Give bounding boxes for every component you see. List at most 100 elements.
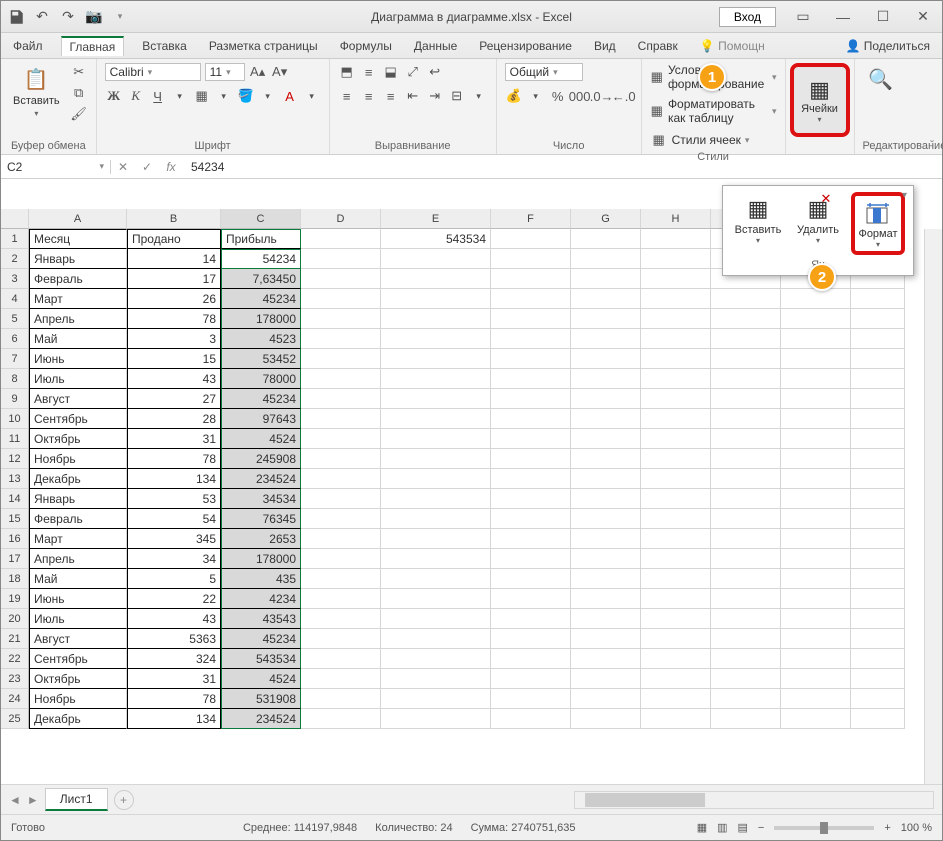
cell-C12[interactable]: 245908 [221, 449, 301, 469]
cells-format-button[interactable]: Формат ▾ [851, 192, 905, 255]
cell-J13[interactable] [781, 469, 851, 489]
cell-G2[interactable] [571, 249, 641, 269]
cell-A9[interactable]: Август [29, 389, 127, 409]
cell-I12[interactable] [711, 449, 781, 469]
cell-F7[interactable] [491, 349, 571, 369]
undo-icon[interactable]: ↶ [33, 8, 51, 26]
cell-B20[interactable]: 43 [127, 609, 221, 629]
row-header-10[interactable]: 10 [1, 409, 29, 429]
cell-J15[interactable] [781, 509, 851, 529]
qat-camera-icon[interactable]: 📷 [85, 8, 103, 26]
cell-D9[interactable] [301, 389, 381, 409]
cell-C17[interactable]: 178000 [221, 549, 301, 569]
cell-B6[interactable]: 3 [127, 329, 221, 349]
cell-E12[interactable] [381, 449, 491, 469]
cell-J25[interactable] [781, 709, 851, 729]
cell-A15[interactable]: Февраль [29, 509, 127, 529]
fontcolor-dd-icon[interactable]: ▾ [303, 87, 321, 105]
cell-C14[interactable]: 34534 [221, 489, 301, 509]
cell-F12[interactable] [491, 449, 571, 469]
row-header-6[interactable]: 6 [1, 329, 29, 349]
cell-H5[interactable] [641, 309, 711, 329]
cancel-formula-icon[interactable]: ✕ [111, 160, 135, 174]
cell-K25[interactable] [851, 709, 905, 729]
cell-H7[interactable] [641, 349, 711, 369]
cell-D14[interactable] [301, 489, 381, 509]
cell-B8[interactable]: 43 [127, 369, 221, 389]
cell-A8[interactable]: Июль [29, 369, 127, 389]
cell-G19[interactable] [571, 589, 641, 609]
cell-H1[interactable] [641, 229, 711, 249]
row-header-15[interactable]: 15 [1, 509, 29, 529]
cell-B25[interactable]: 134 [127, 709, 221, 729]
cell-A12[interactable]: Ноябрь [29, 449, 127, 469]
minimize-icon[interactable]: — [830, 9, 856, 25]
cell-I21[interactable] [711, 629, 781, 649]
cell-G14[interactable] [571, 489, 641, 509]
cell-K9[interactable] [851, 389, 905, 409]
name-box[interactable]: C2 ▾ [1, 160, 111, 174]
cell-C19[interactable]: 4234 [221, 589, 301, 609]
cell-F3[interactable] [491, 269, 571, 289]
cell-F5[interactable] [491, 309, 571, 329]
cell-G6[interactable] [571, 329, 641, 349]
cell-K13[interactable] [851, 469, 905, 489]
cell-D16[interactable] [301, 529, 381, 549]
cell-J22[interactable] [781, 649, 851, 669]
cell-G8[interactable] [571, 369, 641, 389]
cell-H19[interactable] [641, 589, 711, 609]
cell-I14[interactable] [711, 489, 781, 509]
format-painter-icon[interactable]: 🖌 [70, 105, 88, 123]
cell-D22[interactable] [301, 649, 381, 669]
cell-I22[interactable] [711, 649, 781, 669]
copy-icon[interactable]: ⧉ [70, 84, 88, 102]
conditional-formatting-icon[interactable]: ▦ [650, 68, 664, 86]
cell-F23[interactable] [491, 669, 571, 689]
decrease-indent-icon[interactable]: ⇤ [404, 87, 422, 105]
cell-E20[interactable] [381, 609, 491, 629]
row-header-14[interactable]: 14 [1, 489, 29, 509]
cell-E25[interactable] [381, 709, 491, 729]
cell-C13[interactable]: 234524 [221, 469, 301, 489]
cell-F25[interactable] [491, 709, 571, 729]
cell-C3[interactable]: 7,63450 [221, 269, 301, 289]
cell-D21[interactable] [301, 629, 381, 649]
row-header-4[interactable]: 4 [1, 289, 29, 309]
cell-D3[interactable] [301, 269, 381, 289]
cell-K15[interactable] [851, 509, 905, 529]
cell-K24[interactable] [851, 689, 905, 709]
cell-H17[interactable] [641, 549, 711, 569]
cell-D25[interactable] [301, 709, 381, 729]
cell-B17[interactable]: 34 [127, 549, 221, 569]
cell-H12[interactable] [641, 449, 711, 469]
cell-J17[interactable] [781, 549, 851, 569]
cell-K19[interactable] [851, 589, 905, 609]
view-pagebreak-icon[interactable]: ▤ [738, 821, 748, 834]
column-header-C[interactable]: C [221, 209, 301, 229]
cell-D8[interactable] [301, 369, 381, 389]
cell-B15[interactable]: 54 [127, 509, 221, 529]
cell-A7[interactable]: Июнь [29, 349, 127, 369]
cell-G17[interactable] [571, 549, 641, 569]
cell-F22[interactable] [491, 649, 571, 669]
cell-F9[interactable] [491, 389, 571, 409]
cell-E6[interactable] [381, 329, 491, 349]
cell-H11[interactable] [641, 429, 711, 449]
redo-icon[interactable]: ↷ [59, 8, 77, 26]
cell-K4[interactable] [851, 289, 905, 309]
login-button[interactable]: Вход [719, 7, 776, 27]
cell-I9[interactable] [711, 389, 781, 409]
cell-I18[interactable] [711, 569, 781, 589]
cell-A3[interactable]: Февраль [29, 269, 127, 289]
cell-E3[interactable] [381, 269, 491, 289]
cell-I25[interactable] [711, 709, 781, 729]
zoom-in-icon[interactable]: + [884, 822, 890, 834]
cell-B23[interactable]: 31 [127, 669, 221, 689]
cell-E2[interactable] [381, 249, 491, 269]
cell-H14[interactable] [641, 489, 711, 509]
bold-icon[interactable]: Ж [105, 87, 123, 105]
cell-I11[interactable] [711, 429, 781, 449]
cell-F17[interactable] [491, 549, 571, 569]
cell-A22[interactable]: Сентябрь [29, 649, 127, 669]
cell-H23[interactable] [641, 669, 711, 689]
